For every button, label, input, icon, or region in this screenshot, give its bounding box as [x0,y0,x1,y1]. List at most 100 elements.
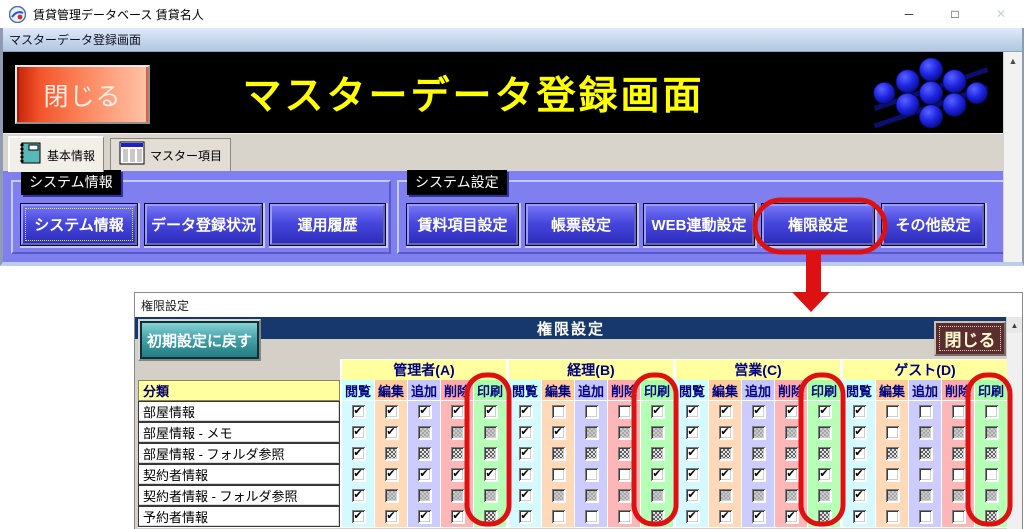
permission-checkbox[interactable] [552,489,565,502]
permission-checkbox[interactable]: ✔ [385,426,398,439]
permission-checkbox[interactable] [985,447,998,460]
permission-checkbox[interactable] [618,510,631,523]
permission-checkbox[interactable]: ✔ [418,468,431,481]
permission-checkbox[interactable] [886,510,899,523]
data-registration-status-button[interactable]: データ登録状況 [145,204,262,245]
permission-checkbox[interactable]: ✔ [719,426,732,439]
permission-checkbox[interactable] [785,489,798,502]
permission-checkbox[interactable] [985,468,998,481]
permission-checkbox[interactable]: ✔ [418,510,431,523]
web-link-settings-button[interactable]: WEB連動設定 [644,204,754,245]
permission-checkbox[interactable] [585,447,598,460]
permission-checkbox[interactable]: ✔ [519,405,532,418]
permission-checkbox[interactable]: ✔ [519,447,532,460]
permission-checkbox[interactable] [985,405,998,418]
permission-checkbox[interactable] [752,426,765,439]
permission-checkbox[interactable] [618,489,631,502]
permission-checkbox[interactable]: ✔ [719,468,732,481]
permission-checkbox[interactable] [985,510,998,523]
permission-checkbox[interactable]: ✔ [853,510,866,523]
permission-checkbox[interactable]: ✔ [686,405,699,418]
permission-checkbox[interactable] [719,489,732,502]
permission-checkbox[interactable]: ✔ [818,405,831,418]
permission-checkbox[interactable]: ✔ [686,426,699,439]
permission-checkbox[interactable] [818,426,831,439]
permission-checkbox[interactable]: ✔ [686,510,699,523]
tab-basic-info[interactable]: 基本情報 [8,136,104,172]
permission-checkbox[interactable]: ✔ [484,468,497,481]
permission-checkbox[interactable] [886,405,899,418]
permission-checkbox[interactable]: ✔ [385,468,398,481]
permission-checkbox[interactable] [952,510,965,523]
permission-checkbox[interactable]: ✔ [853,405,866,418]
permission-checkbox[interactable] [552,468,565,481]
permission-checkbox[interactable] [985,426,998,439]
permission-checkbox[interactable] [418,447,431,460]
permission-checkbox[interactable] [919,468,932,481]
tab-master-items[interactable]: マスター項目 [110,138,231,172]
scroll-up-icon[interactable]: ▲ [1004,52,1022,69]
permission-checkbox[interactable] [785,426,798,439]
permission-checkbox[interactable]: ✔ [352,447,365,460]
permission-checkbox[interactable] [651,426,664,439]
permission-checkbox[interactable]: ✔ [519,426,532,439]
permission-checkbox[interactable] [919,405,932,418]
other-settings-button[interactable]: その他設定 [882,204,984,245]
permission-checkbox[interactable] [952,468,965,481]
permission-checkbox[interactable] [618,468,631,481]
permission-checkbox[interactable] [952,489,965,502]
screen-close-button[interactable]: 閉じる [15,65,150,124]
permission-checkbox[interactable] [785,447,798,460]
permission-checkbox[interactable]: ✔ [451,510,464,523]
close-button[interactable]: ✕ [978,0,1024,28]
permission-checkbox[interactable] [451,489,464,502]
permission-checkbox[interactable] [886,489,899,502]
permission-checkbox[interactable]: ✔ [484,405,497,418]
permission-checkbox[interactable]: ✔ [719,510,732,523]
permission-checkbox[interactable] [484,489,497,502]
permission-checkbox[interactable] [484,510,497,523]
permission-checkbox[interactable] [651,447,664,460]
permission-checkbox[interactable] [552,510,565,523]
permission-checkbox[interactable] [919,489,932,502]
permission-checkbox[interactable] [952,405,965,418]
permission-checkbox[interactable]: ✔ [352,489,365,502]
system-info-button[interactable]: システム情報 [21,204,137,245]
permission-checkbox[interactable]: ✔ [719,405,732,418]
minimize-button[interactable]: ─ [886,0,932,28]
permission-checkbox[interactable]: ✔ [519,468,532,481]
dialog-scrollbar[interactable]: ▲ [1006,317,1022,529]
permission-checkbox[interactable] [484,447,497,460]
permission-checkbox[interactable]: ✔ [519,489,532,502]
permission-checkbox[interactable] [919,426,932,439]
permission-checkbox[interactable] [752,489,765,502]
permission-settings-button[interactable]: 権限設定 [762,204,874,245]
window-scrollbar[interactable]: ▲ [1003,52,1022,262]
permission-checkbox[interactable]: ✔ [352,405,365,418]
permission-checkbox[interactable] [752,447,765,460]
permission-checkbox[interactable] [886,468,899,481]
rent-item-settings-button[interactable]: 賃料項目設定 [407,204,518,245]
permission-checkbox[interactable] [585,489,598,502]
permission-checkbox[interactable] [585,426,598,439]
permission-checkbox[interactable]: ✔ [385,510,398,523]
reset-defaults-button[interactable]: 初期設定に戻す [138,319,261,361]
permission-checkbox[interactable] [385,489,398,502]
permission-checkbox[interactable] [952,447,965,460]
permission-checkbox[interactable] [451,447,464,460]
permission-checkbox[interactable]: ✔ [853,447,866,460]
permission-checkbox[interactable]: ✔ [686,468,699,481]
permission-checkbox[interactable]: ✔ [785,468,798,481]
permission-checkbox[interactable]: ✔ [519,510,532,523]
permission-checkbox[interactable]: ✔ [853,426,866,439]
permission-checkbox[interactable] [886,426,899,439]
permission-checkbox[interactable] [651,489,664,502]
permission-checkbox[interactable] [719,447,732,460]
maximize-button[interactable]: □ [932,0,978,28]
operation-history-button[interactable]: 運用履歴 [270,204,385,245]
permission-checkbox[interactable] [385,447,398,460]
permission-checkbox[interactable] [552,447,565,460]
permission-checkbox[interactable] [985,489,998,502]
permission-checkbox[interactable] [818,489,831,502]
permission-checkbox[interactable]: ✔ [552,426,565,439]
